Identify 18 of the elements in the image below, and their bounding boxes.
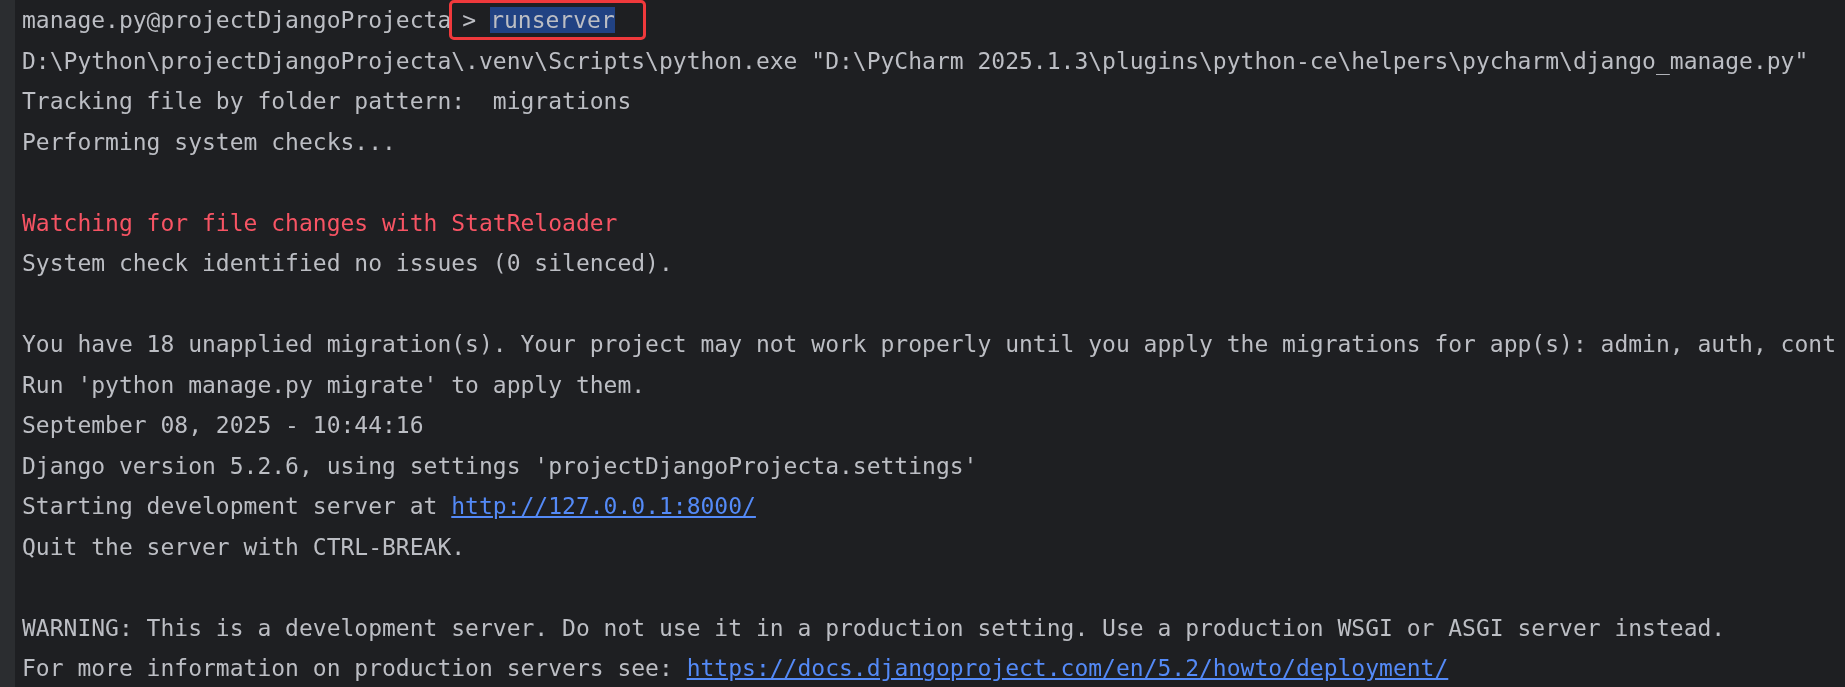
command-text: runserver — [490, 7, 615, 33]
output-line: Tracking file by folder pattern: migrations — [22, 88, 632, 114]
output-line: September 08, 2025 - 10:44:16 — [22, 412, 424, 438]
output-line: Django version 5.2.6, using settings 'projectDjangoProjecta.settings' — [22, 452, 978, 479]
url-link[interactable]: https://docs.djangoproject.com/en/5.2/howto/deployment/ — [686, 655, 1449, 681]
output-line: Starting development server at — [22, 493, 439, 519]
output-line: WARNING: This is a development server. Do not use it in a production setting. Use a production WSGI or ASGI server instead. — [22, 614, 1726, 641]
output-line: Performing system checks... — [22, 128, 396, 155]
url-link[interactable]: http://127.0.0.1:8000/ — [451, 493, 756, 519]
output-line: You have 18 unapplied migration(s). Your project may not work properly until you apply the migrations for app(s): admin, auth, cont — [22, 331, 1836, 357]
prompt-arrow: > — [462, 7, 477, 33]
output-line: Quit the server with CTRL-BREAK. — [22, 533, 466, 560]
prompt-text: manage.py@projectDjangoProjecta — [22, 7, 452, 33]
output-line: System check identified no issues (0 silenced). — [22, 250, 673, 276]
output-line: Run 'python manage.py migrate' to apply them. — [22, 371, 646, 398]
output-line: Watching for file changes with StatReloader — [22, 209, 618, 236]
output-line: For more information on production servers see: — [22, 655, 674, 681]
output-line: D:\Python\projectDjangoProjecta\.venv\Scripts\python.exe "D:\PyCharm 2025.1.3\plugins\python-ce\helpers\pycharm\django_manage.py" — [22, 47, 1809, 74]
